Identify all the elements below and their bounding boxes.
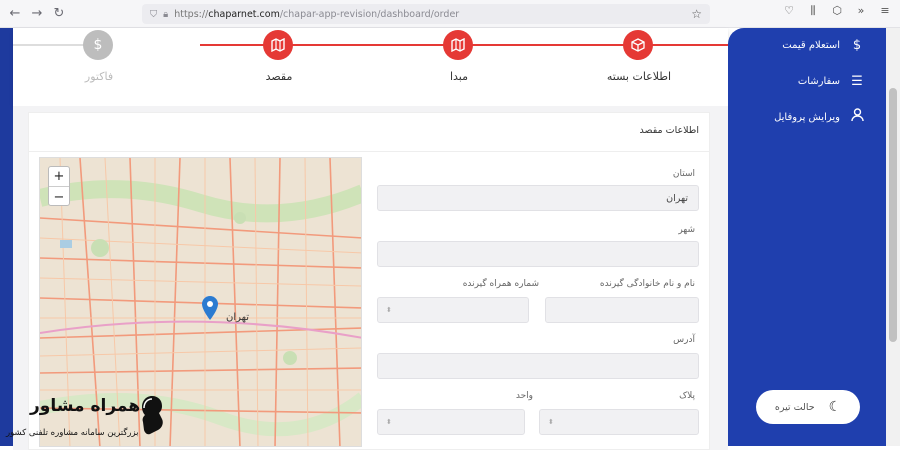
plaque-field[interactable]: ⬍ bbox=[539, 409, 699, 435]
extensions-icon[interactable]: ⬡ bbox=[828, 4, 846, 18]
divider bbox=[29, 151, 709, 152]
watermark-brand: همراه مشاور bbox=[30, 396, 141, 416]
spinner-icon: ⬍ bbox=[386, 418, 392, 426]
map-zoom-control: + − bbox=[48, 166, 70, 206]
moon-icon: ☾ bbox=[828, 399, 842, 415]
scrollbar-thumb[interactable] bbox=[889, 88, 897, 342]
recipient-mobile-field[interactable]: ⬍ bbox=[377, 297, 529, 323]
city-label: شهر bbox=[678, 225, 695, 235]
step-circle-origin bbox=[443, 30, 473, 60]
step-label-origin: مبدا bbox=[449, 70, 469, 83]
shield-icon: ⛉ bbox=[150, 8, 158, 20]
order-steps: $ فاکتور مقصد مبدا اطلاعات بسته bbox=[13, 28, 728, 106]
step-label-invoice: فاکتور bbox=[84, 70, 114, 83]
map-icon bbox=[271, 38, 285, 52]
spinner-icon: ⬍ bbox=[548, 418, 554, 426]
bookmark-star-icon[interactable]: ☆ bbox=[691, 7, 702, 21]
left-strip bbox=[0, 28, 13, 446]
step-label-destination: مقصد bbox=[265, 70, 293, 83]
unit-field[interactable]: ⬍ bbox=[377, 409, 525, 435]
pocket-icon[interactable]: ♡ bbox=[780, 4, 798, 18]
address-field[interactable] bbox=[377, 353, 699, 379]
overflow-chevrons-icon[interactable]: » bbox=[852, 4, 870, 18]
url-bar[interactable]: ⛉ 🔒︎ https://chaparnet.com/chapar-app-re… bbox=[142, 4, 710, 24]
unit-label: واحد bbox=[515, 391, 533, 401]
dollar-icon: $ bbox=[852, 38, 862, 53]
recipient-name-label: نام و نام خانوادگی گیرنده bbox=[599, 279, 695, 289]
back-arrow-icon[interactable]: ← bbox=[4, 3, 26, 25]
zoom-out-button[interactable]: − bbox=[49, 187, 69, 207]
browser-toolbar: ← → ↻ ⛉ 🔒︎ https://chaparnet.com/chapar-… bbox=[0, 0, 900, 28]
sidebar-item-price-inquiry[interactable]: $ استعلام قیمت bbox=[782, 38, 866, 53]
url-path: /chapar-app-revision/dashboard/order bbox=[279, 8, 460, 20]
list-icon: ☰ bbox=[851, 74, 863, 89]
lock-icon: 🔒︎ bbox=[163, 8, 169, 20]
map-marker-icon[interactable] bbox=[202, 296, 218, 320]
user-icon bbox=[848, 108, 866, 126]
sidebar-item-orders[interactable]: ☰ سفارشات bbox=[798, 74, 866, 89]
card-title: اطلاعات مقصد bbox=[639, 125, 699, 136]
forward-arrow-icon[interactable]: → bbox=[26, 3, 48, 25]
address-label: آدرس bbox=[673, 335, 695, 345]
dollar-icon: $ bbox=[93, 37, 103, 53]
sidebar-item-edit-profile[interactable]: ویرایش پروفایل bbox=[774, 108, 866, 126]
sidebar-item-label: ویرایش پروفایل bbox=[774, 111, 840, 123]
sidebar-item-label: استعلام قیمت bbox=[782, 40, 840, 51]
step-circle-destination bbox=[263, 30, 293, 60]
city-field[interactable] bbox=[377, 241, 699, 267]
spinner-icon: ⬍ bbox=[386, 306, 392, 314]
url-prefix: https:// bbox=[174, 8, 209, 20]
step-circle-invoice: $ bbox=[83, 30, 113, 60]
step-circle-package bbox=[623, 30, 653, 60]
watermark-logo: همراه مشاور بزرگترین سامانه مشاوره تلفنی… bbox=[4, 392, 174, 448]
province-label: استان bbox=[672, 169, 695, 179]
watermark-tagline: بزرگترین سامانه مشاوره تلفنی کشور bbox=[6, 428, 139, 438]
box-icon bbox=[631, 38, 645, 52]
url-host: chaparnet.com bbox=[208, 8, 280, 20]
sidebar: $ استعلام قیمت ☰ سفارشات ویرایش پروفایل … bbox=[728, 28, 886, 446]
reload-icon[interactable]: ↻ bbox=[48, 3, 70, 25]
library-icon[interactable]: ⫼ bbox=[804, 4, 822, 18]
dark-mode-button[interactable]: حالت تیره ☾ bbox=[756, 390, 860, 424]
step-label-package: اطلاعات بسته bbox=[606, 70, 672, 83]
dark-mode-label: حالت تیره bbox=[774, 401, 815, 413]
recipient-mobile-label: شماره همراه گیرنده bbox=[462, 279, 539, 289]
map-city-label: تهران bbox=[226, 312, 250, 323]
sidebar-item-label: سفارشات bbox=[797, 76, 840, 87]
recipient-name-field[interactable] bbox=[545, 297, 699, 323]
menu-icon[interactable]: ≡ bbox=[876, 4, 894, 18]
plaque-label: پلاک bbox=[679, 391, 695, 401]
province-field[interactable]: تهران bbox=[377, 185, 699, 211]
zoom-in-button[interactable]: + bbox=[49, 167, 69, 187]
map-icon bbox=[451, 38, 465, 52]
